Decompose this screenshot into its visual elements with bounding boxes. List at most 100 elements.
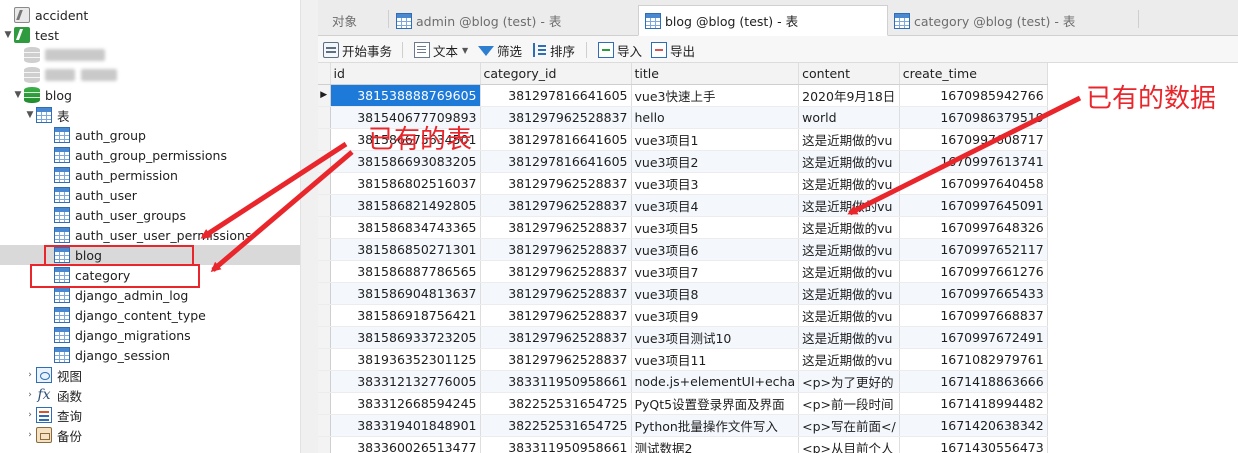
cell-id[interactable]: 381586933723205 bbox=[330, 326, 481, 349]
row-indicator[interactable] bbox=[318, 348, 331, 371]
cell-title[interactable]: node.js+elementUI+echa bbox=[631, 370, 800, 393]
column-header-category-id[interactable]: category_id bbox=[480, 63, 632, 85]
cell-id[interactable]: 381586887786565 bbox=[330, 260, 481, 283]
table-row[interactable]: 381586802516037 381297962528837 vue3项目3 这是近… bbox=[318, 172, 1048, 195]
cell-title[interactable]: vue3项目3 bbox=[631, 172, 800, 195]
cell-create-time[interactable]: 1670997661276 bbox=[899, 260, 1048, 283]
column-header-id[interactable]: id bbox=[330, 63, 481, 85]
cell-title[interactable]: Python批量操作文件写入 bbox=[631, 414, 800, 437]
row-indicator[interactable] bbox=[318, 150, 331, 173]
tree-item-tables[interactable]: ▼ 表 bbox=[0, 105, 300, 125]
cell-category-id[interactable]: 381297962528837 bbox=[480, 282, 632, 305]
cell-id[interactable]: 381586904813637 bbox=[330, 282, 481, 305]
cell-create-time[interactable]: 1671430556473 bbox=[899, 436, 1048, 453]
row-indicator[interactable] bbox=[318, 304, 331, 327]
cell-category-id[interactable]: 381297962528837 bbox=[480, 172, 632, 195]
tree-item-test[interactable]: ▼ test bbox=[0, 25, 300, 45]
column-header-content[interactable]: content bbox=[798, 63, 900, 85]
tree-item-auth-permission[interactable]: auth_permission bbox=[0, 165, 300, 185]
table-row[interactable]: 383319401848901 382252531654725 Python批量操作… bbox=[318, 414, 1048, 437]
cell-id[interactable]: 383312132776005 bbox=[330, 370, 481, 393]
cell-title[interactable]: vue3项目2 bbox=[631, 150, 800, 173]
table-row[interactable]: 383312668594245 382252531654725 PyQt5设置登录界… bbox=[318, 392, 1048, 415]
row-indicator[interactable] bbox=[318, 370, 331, 393]
cell-content[interactable]: 这是近期做的vu bbox=[798, 326, 900, 349]
tree-item-backups[interactable]: › 备份 bbox=[0, 425, 300, 445]
cell-title[interactable]: vue3项目4 bbox=[631, 194, 800, 217]
cell-category-id[interactable]: 383311950958661 bbox=[480, 370, 632, 393]
cell-id[interactable]: 383312668594245 bbox=[330, 392, 481, 415]
tab-blog-table[interactable]: blog @blog (test) - 表 bbox=[638, 5, 888, 36]
begin-transaction-button[interactable]: 开始事务 bbox=[323, 40, 392, 60]
cell-id[interactable]: 381586834743365 bbox=[330, 216, 481, 239]
cell-content[interactable]: <p>写在前面</ bbox=[798, 414, 900, 437]
cell-id[interactable]: 381538888769605 bbox=[330, 84, 481, 107]
text-button[interactable]: 文本 ▼ bbox=[414, 40, 468, 60]
cell-create-time[interactable]: 1671418863666 bbox=[899, 370, 1048, 393]
tree-item-blog-db[interactable]: ▼ blog bbox=[0, 85, 300, 105]
tree-item-accident[interactable]: accident bbox=[0, 5, 300, 25]
cell-title[interactable]: vue3快速上手 bbox=[631, 84, 800, 107]
tree-item-blurred2[interactable] bbox=[0, 65, 300, 85]
cell-content[interactable]: 这是近期做的vu bbox=[798, 172, 900, 195]
cell-id[interactable]: 381586918756421 bbox=[330, 304, 481, 327]
cell-content[interactable]: 这是近期做的vu bbox=[798, 128, 900, 151]
cell-content[interactable]: 2020年9月18日 bbox=[798, 84, 900, 107]
tree-item-django-migrations[interactable]: django_migrations bbox=[0, 325, 300, 345]
cell-id[interactable]: 381586802516037 bbox=[330, 172, 481, 195]
cell-create-time[interactable]: 1670997672491 bbox=[899, 326, 1048, 349]
tree-item-views[interactable]: › 视图 bbox=[0, 365, 300, 385]
cell-category-id[interactable]: 381297962528837 bbox=[480, 216, 632, 239]
tree-item-django-admin-log[interactable]: django_admin_log bbox=[0, 285, 300, 305]
cell-title[interactable]: PyQt5设置登录界面及界面 bbox=[631, 392, 800, 415]
cell-content[interactable]: 这是近期做的vu bbox=[798, 216, 900, 239]
cell-category-id[interactable]: 383311950958661 bbox=[480, 436, 632, 453]
cell-content[interactable]: world bbox=[798, 106, 900, 129]
row-indicator[interactable] bbox=[318, 282, 331, 305]
cell-category-id[interactable]: 381297962528837 bbox=[480, 238, 632, 261]
cell-category-id[interactable]: 381297962528837 bbox=[480, 304, 632, 327]
cell-id[interactable]: 383360026513477 bbox=[330, 436, 481, 453]
cell-title[interactable]: vue3项目测试10 bbox=[631, 326, 800, 349]
cell-category-id[interactable]: 381297816641605 bbox=[480, 128, 632, 151]
table-row[interactable]: 383312132776005 383311950958661 node.js+el… bbox=[318, 370, 1048, 393]
row-indicator[interactable] bbox=[318, 106, 331, 129]
cell-title[interactable]: vue3项目1 bbox=[631, 128, 800, 151]
cell-create-time[interactable]: 1670985942766 bbox=[899, 84, 1048, 107]
table-row[interactable]: 383360026513477 383311950958661 测试数据2 <p>从目… bbox=[318, 436, 1048, 453]
collapsed-chevron-icon[interactable]: › bbox=[24, 385, 36, 405]
cell-content[interactable]: 这是近期做的vu bbox=[798, 304, 900, 327]
filter-button[interactable]: 筛选 bbox=[478, 40, 522, 60]
cell-category-id[interactable]: 381297816641605 bbox=[480, 150, 632, 173]
row-indicator[interactable] bbox=[318, 414, 331, 437]
tree-item-auth-user-groups[interactable]: auth_user_groups bbox=[0, 205, 300, 225]
tree-item-auth-group-permissions[interactable]: auth_group_permissions bbox=[0, 145, 300, 165]
cell-category-id[interactable]: 381297962528837 bbox=[480, 348, 632, 371]
table-row[interactable]: 381586933723205 381297962528837 vue3项目测试10… bbox=[318, 326, 1048, 349]
tab-admin-table[interactable]: admin @blog (test) - 表 bbox=[390, 5, 640, 36]
cell-category-id[interactable]: 382252531654725 bbox=[480, 414, 632, 437]
cell-create-time[interactable]: 1670997665433 bbox=[899, 282, 1048, 305]
cell-id[interactable]: 381586821492805 bbox=[330, 194, 481, 217]
tree-item-auth-user-user-permissions[interactable]: auth_user_user_permissions bbox=[0, 225, 300, 245]
row-indicator[interactable] bbox=[318, 216, 331, 239]
cell-content[interactable]: 这是近期做的vu bbox=[798, 238, 900, 261]
cell-category-id[interactable]: 381297962528837 bbox=[480, 260, 632, 283]
cell-title[interactable]: vue3项目5 bbox=[631, 216, 800, 239]
row-indicator[interactable] bbox=[318, 238, 331, 261]
cell-title[interactable]: vue3项目11 bbox=[631, 348, 800, 371]
cell-content[interactable]: 这是近期做的vu bbox=[798, 260, 900, 283]
row-indicator[interactable] bbox=[318, 194, 331, 217]
export-button[interactable]: 导出 bbox=[651, 40, 695, 60]
expanded-chevron-icon[interactable]: ▼ bbox=[24, 105, 36, 125]
row-indicator[interactable] bbox=[318, 392, 331, 415]
table-row[interactable]: ▶ 381538888769605 381297816641605 vue3快速上手 2… bbox=[318, 84, 1048, 107]
cell-category-id[interactable]: 381297962528837 bbox=[480, 194, 632, 217]
cell-create-time[interactable]: 1670997613741 bbox=[899, 150, 1048, 173]
import-button[interactable]: 导入 bbox=[598, 40, 642, 60]
table-row[interactable]: 381586887786565 381297962528837 vue3项目7 这是近… bbox=[318, 260, 1048, 283]
row-indicator[interactable] bbox=[318, 326, 331, 349]
current-row-indicator-icon[interactable]: ▶ bbox=[318, 84, 331, 107]
cell-create-time[interactable]: 1671420638342 bbox=[899, 414, 1048, 437]
tree-item-blurred1[interactable] bbox=[0, 45, 300, 65]
